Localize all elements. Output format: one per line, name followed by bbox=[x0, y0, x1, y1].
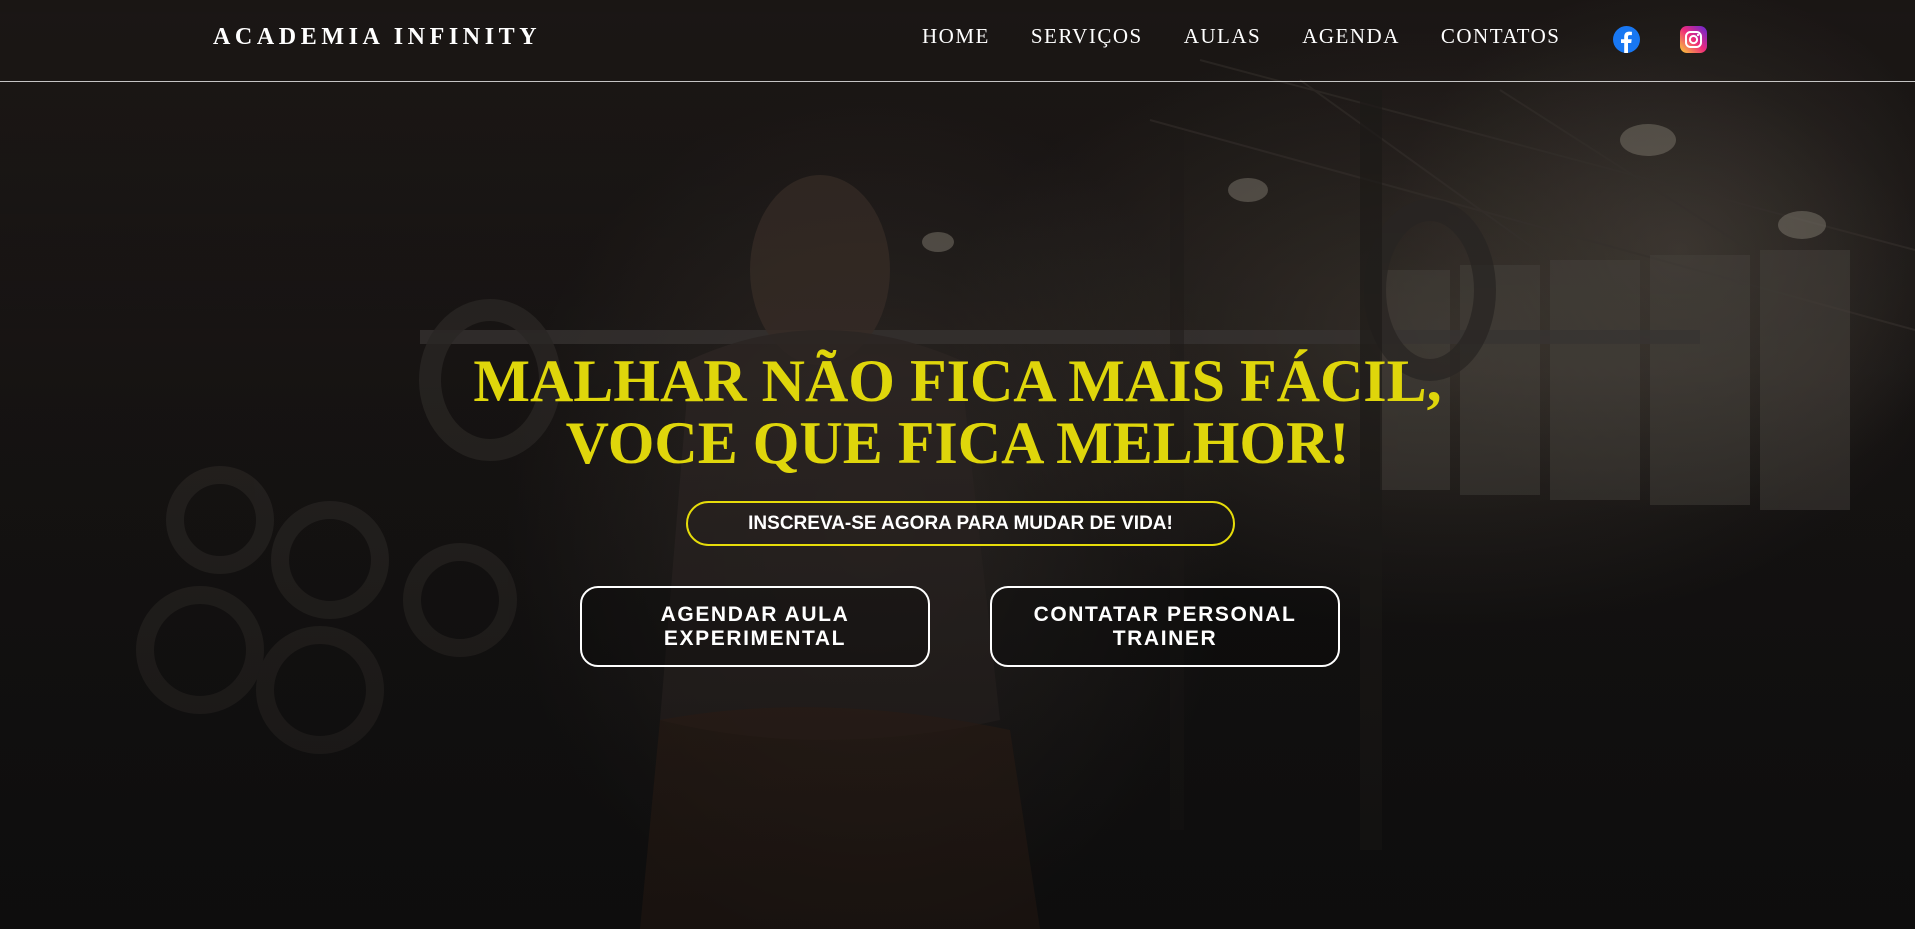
nav-link-agenda[interactable]: AGENDA bbox=[1302, 24, 1400, 49]
nav-link-contatos[interactable]: CONTATOS bbox=[1441, 24, 1561, 49]
nav-link-aulas[interactable]: AULAS bbox=[1184, 24, 1262, 49]
contact-personal-trainer-button[interactable]: CONTATAR PERSONAL TRAINER bbox=[990, 586, 1340, 667]
nav-menu: HOME SERVIÇOS AULAS AGENDA CONTATOS bbox=[922, 24, 1601, 49]
hero-headline-line1: MALHAR NÃO FICA MAIS FÁCIL, bbox=[473, 348, 1442, 414]
nav-link-servicos[interactable]: SERVIÇOS bbox=[1031, 24, 1143, 49]
brand-logo-text[interactable]: ACADEMIA INFINITY bbox=[213, 24, 541, 51]
schedule-trial-class-button[interactable]: AGENDAR AULA EXPERIMENTAL bbox=[580, 586, 930, 667]
facebook-icon[interactable] bbox=[1613, 26, 1640, 53]
nav-link-home[interactable]: HOME bbox=[922, 24, 990, 49]
hero-headline-line2: VOCE QUE FICA MELHOR! bbox=[565, 410, 1350, 476]
subscribe-button[interactable]: INSCREVA-SE AGORA PARA MUDAR DE VIDA! bbox=[686, 501, 1235, 546]
hero-headline: MALHAR NÃO FICA MAIS FÁCIL, VOCE QUE FIC… bbox=[0, 350, 1915, 474]
top-navbar: ACADEMIA INFINITY HOME SERVIÇOS AULAS AG… bbox=[0, 0, 1915, 82]
instagram-icon[interactable] bbox=[1680, 26, 1707, 53]
